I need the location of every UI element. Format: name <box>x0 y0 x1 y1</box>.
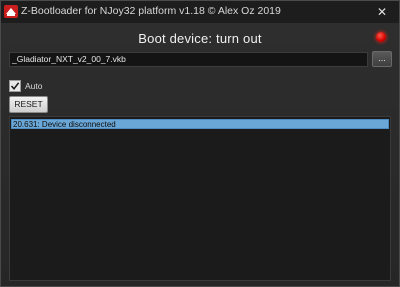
browse-button[interactable]: ... <box>372 51 392 67</box>
window-title: Z-Bootloader for NJoy32 platform v1.18 ©… <box>21 5 281 17</box>
main-panel: Boot device: turn out _Gladiator_NXT_v2_… <box>1 23 399 286</box>
auto-checkbox[interactable] <box>9 80 21 92</box>
device-status-heading: Boot device: turn out <box>138 31 262 46</box>
app-window: Z-Bootloader for NJoy32 platform v1.18 ©… <box>0 0 400 287</box>
log-list[interactable]: 20.631: Device disconnected <box>9 116 391 281</box>
status-indicator-icon <box>376 32 386 42</box>
close-icon[interactable]: ✕ <box>373 3 391 21</box>
reset-button[interactable]: RESET <box>9 96 48 113</box>
log-entry[interactable]: 20.631: Device disconnected <box>11 119 389 129</box>
firmware-file-field[interactable]: _Gladiator_NXT_v2_00_7.vkb <box>9 52 368 67</box>
checkmark-icon <box>10 82 20 91</box>
title-bar[interactable]: Z-Bootloader for NJoy32 platform v1.18 ©… <box>1 1 399 23</box>
auto-label: Auto <box>25 81 43 91</box>
app-logo-icon <box>4 5 18 18</box>
